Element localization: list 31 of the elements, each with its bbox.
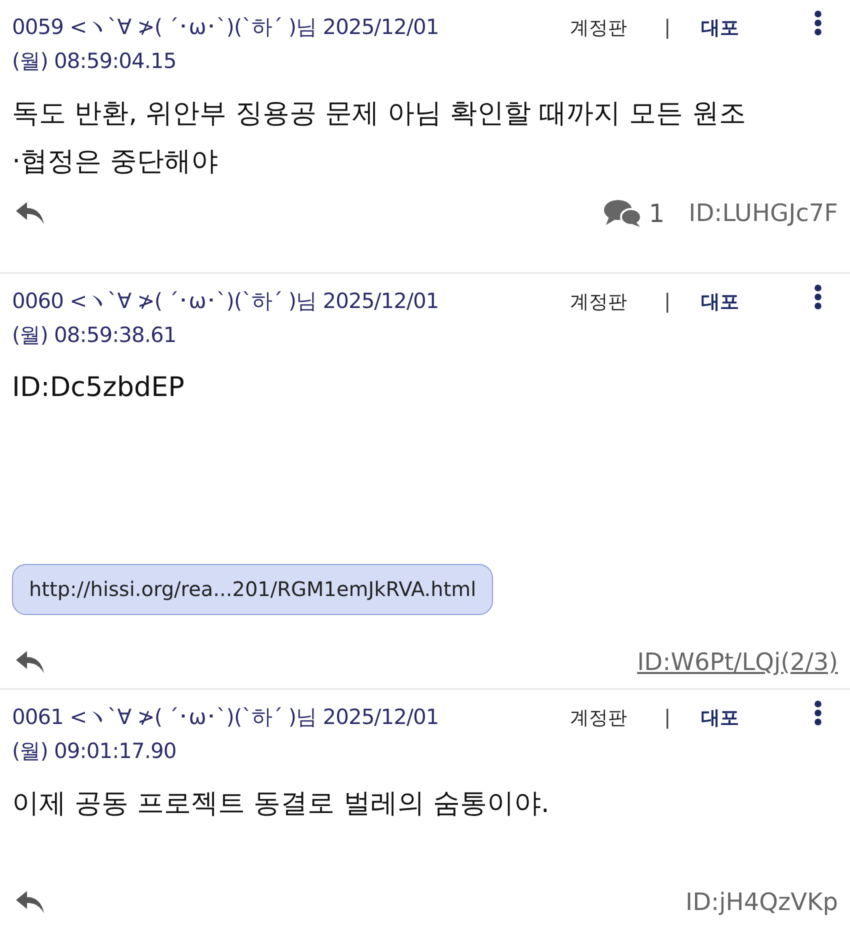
post-timestamp: (월) 09:01:17.90 <box>12 738 178 765</box>
post-text: ID:Dc5zbdEP <box>12 371 186 405</box>
more-icon[interactable] <box>814 284 822 310</box>
action-link[interactable]: 대포 <box>700 15 739 41</box>
action-link[interactable]: 대포 <box>700 705 739 731</box>
user-id[interactable]: ID:W6Pt/LQj(2/3) <box>637 648 838 676</box>
reply-icon[interactable] <box>14 200 46 226</box>
reply-icon[interactable] <box>14 649 46 675</box>
post-timestamp: (월) 08:59:38.61 <box>12 322 178 349</box>
separator: | <box>664 15 671 39</box>
user-id: ID:jH4QzVKp <box>685 888 838 916</box>
more-icon[interactable] <box>814 700 822 726</box>
post-timestamp: (월) 08:59:04.15 <box>12 48 178 75</box>
more-icon[interactable] <box>814 10 822 36</box>
comments-icon[interactable] <box>602 198 643 228</box>
post-text: ·협정은 중단해야 <box>12 145 220 179</box>
user-id: ID:LUHGJc7F <box>688 199 838 227</box>
action-link[interactable]: 대포 <box>700 289 739 315</box>
comment-count: 1 <box>648 198 665 228</box>
reply-icon[interactable] <box>14 889 46 915</box>
separator: | <box>664 289 671 313</box>
board-label: 계정판 <box>570 290 628 315</box>
post-author-line: 0061 <ヽ`∀ ≯( ˊ･ω･`)(`하´ )님 2025/12/01 <box>12 704 440 731</box>
post-author-line: 0060 <ヽ`∀ ≯( ˊ･ω･`)(`하´ )님 2025/12/01 <box>12 288 440 315</box>
post-author-line: 0059 <ヽ`∀ ≯( ˊ･ω･`)(`하´ )님 2025/12/01 <box>12 14 440 41</box>
post-text: 이제 공동 프로젝트 동결로 벌레의 숨통이야. <box>12 787 550 821</box>
post-text: 독도 반환, 위안부 징용공 문제 아님 확인할 때까지 모든 원조 <box>12 97 747 131</box>
url-link[interactable]: http://hissi.org/rea...201/RGM1emJkRVA.html <box>12 564 494 615</box>
board-label: 계정판 <box>570 706 628 731</box>
separator: | <box>664 705 671 729</box>
board-label: 계정판 <box>570 16 628 41</box>
